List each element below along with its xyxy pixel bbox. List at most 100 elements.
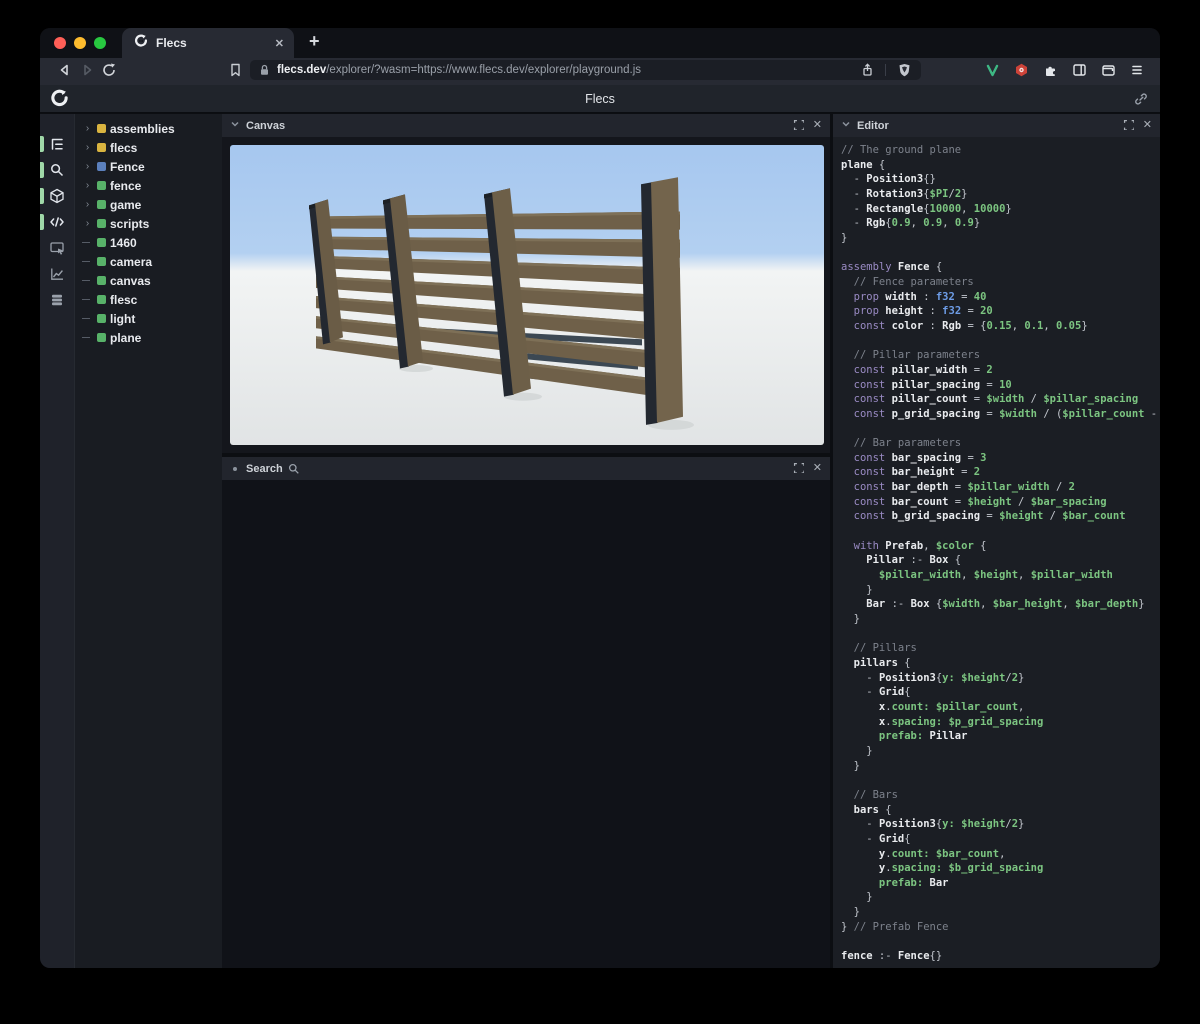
bookmark-icon[interactable] [224,60,246,80]
tree-item-flesc[interactable]: flesc [75,290,222,309]
code-line: - Rgb{0.9, 0.9, 0.9} [841,216,1160,231]
fence-scene [230,145,824,445]
back-button[interactable] [54,60,76,80]
code-icon [49,214,65,230]
entity-label: fence [110,179,141,193]
entity-color-square [97,238,106,247]
code-editor[interactable]: // The ground planeplane { - Position3{}… [833,137,1160,968]
code-line: prop width : f32 = 40 [841,290,1160,305]
wallet-icon[interactable] [1097,60,1119,80]
editor-panel-title: Editor [857,120,1118,132]
active-indicator [40,214,44,230]
menu-icon[interactable] [1126,60,1148,80]
rail-cube-button[interactable] [40,188,74,204]
tab-flecs[interactable]: Flecs ✕ [122,28,294,58]
sidebar-toggle-icon[interactable] [1068,60,1090,80]
code-line: - Rectangle{10000, 10000} [841,202,1160,217]
chart-icon [49,266,65,282]
close-panel-icon[interactable]: ✕ [813,120,822,131]
fullscreen-icon[interactable] [793,117,804,135]
search-panel-header: Search ✕ [222,457,830,480]
code-line: const pillar_width = 2 [841,363,1160,378]
close-panel-icon[interactable]: ✕ [1143,120,1152,131]
code-line: } [841,744,1160,759]
code-line: // Fence parameters [841,275,1160,290]
code-line: x.count: $pillar_count, [841,700,1160,715]
fullscreen-icon[interactable] [1123,117,1134,135]
expander-chevron-icon[interactable]: › [82,200,93,210]
reload-button[interactable] [98,60,120,80]
entity-label: 1460 [110,236,137,250]
entity-label: light [110,312,135,326]
code-line: const p_grid_spacing = $width / ($pillar… [841,407,1160,422]
tree-item-fence[interactable]: › fence [75,176,222,195]
lock-icon [259,64,270,76]
code-line: - Position3{y: $height/2} [841,671,1160,686]
tab-close-icon[interactable]: ✕ [275,37,284,50]
close-window-button[interactable] [54,37,66,49]
share-icon[interactable] [856,60,878,80]
permalink-icon[interactable] [1134,92,1148,111]
extensions-puzzle-icon[interactable] [1039,60,1061,80]
flecs-logo-icon [50,89,69,113]
app-main: ›assemblies›flecs›Fence›fence›game›scrip… [40,113,1160,968]
tree-item-game[interactable]: ›game [75,195,222,214]
v-extension-icon[interactable] [981,60,1003,80]
leaf-dash-icon [82,337,93,339]
tree-item-1460[interactable]: 1460 [75,233,222,252]
leaf-dash-icon [82,280,93,282]
entity-label: assemblies [110,122,175,136]
code-line: } [841,231,1160,246]
tree-item-canvas[interactable]: canvas [75,271,222,290]
rail-inspector-button[interactable] [40,240,74,256]
expander-chevron-icon[interactable]: › [82,124,93,134]
code-line: } [841,905,1160,920]
rail-chart-button[interactable] [40,266,74,282]
hexagon-extension-icon[interactable] [1010,60,1032,80]
editor-panel: Editor ✕ // The ground planeplane { - Po… [833,114,1160,968]
entity-color-square [97,314,106,323]
code-line: Bar :- Box {$width, $bar_height, $bar_de… [841,597,1160,612]
chevron-down-icon[interactable] [840,117,852,135]
code-line: prefab: Bar [841,876,1160,891]
zoom-window-button[interactable] [94,37,106,49]
code-line: - Grid{ [841,685,1160,700]
tree-item-light[interactable]: light [75,309,222,328]
code-line: bars { [841,803,1160,818]
search-panel-title: Search [246,463,283,475]
code-line: Pillar :- Box { [841,553,1160,568]
rail-outline-tree-button[interactable] [40,136,74,152]
new-tab-button[interactable]: + [294,32,320,55]
canvas-panel-header: Canvas ✕ [222,114,830,137]
tree-item-plane[interactable]: plane [75,328,222,347]
code-line: // Pillar parameters [841,348,1160,363]
rail-code-button[interactable] [40,214,74,230]
collapsed-dot-icon[interactable] [229,466,241,472]
tree-item-scripts[interactable]: ›scripts [75,214,222,233]
brave-shield-icon[interactable] [893,60,915,80]
tree-item-camera[interactable]: camera [75,252,222,271]
code-line: } [841,759,1160,774]
code-line: } // Prefab Fence [841,920,1160,935]
code-line: } [841,583,1160,598]
chevron-down-icon[interactable] [229,117,241,135]
fullscreen-icon[interactable] [793,460,804,478]
expander-chevron-icon[interactable]: › [82,162,93,172]
forward-button[interactable] [76,60,98,80]
expander-chevron-icon[interactable]: › [82,181,93,191]
entity-label: canvas [110,274,151,288]
tree-item-Fence[interactable]: ›Fence [75,157,222,176]
expander-chevron-icon[interactable]: › [82,219,93,229]
url-bar[interactable]: flecs.dev/explorer/?wasm=https://www.fle… [250,60,921,80]
expander-chevron-icon[interactable]: › [82,143,93,153]
tree-item-flecs[interactable]: ›flecs [75,138,222,157]
code-line: assembly Fence { [841,260,1160,275]
tree-item-assemblies[interactable]: › assemblies [75,119,222,138]
rail-database-button[interactable] [40,292,74,308]
3d-viewport[interactable] [230,145,824,445]
code-line [841,524,1160,539]
close-panel-icon[interactable]: ✕ [813,463,822,474]
entity-color-square [97,143,106,152]
rail-search-button[interactable] [40,162,74,178]
minimize-window-button[interactable] [74,37,86,49]
